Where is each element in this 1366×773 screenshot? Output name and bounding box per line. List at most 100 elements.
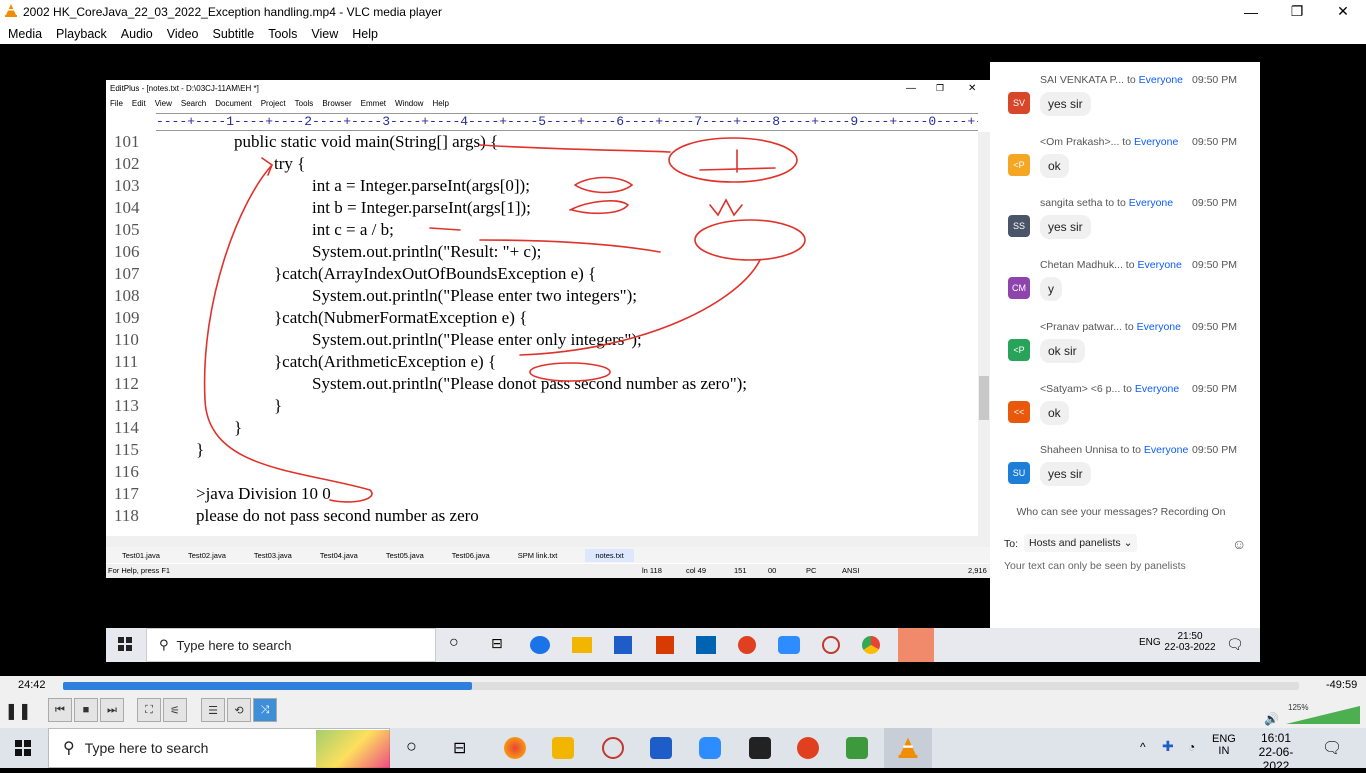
remaining-time[interactable]: -49:59 [1326,679,1357,691]
line-code: }catch(NubmerFormatException e) { [274,308,528,327]
extended-settings-button[interactable]: ⚟ [163,698,187,722]
ep-minimize-icon: — [906,82,916,94]
chat-message: CM Chetan Madhuk... to Everyone 09:50 PM y [990,247,1260,309]
store-taskbar-icon[interactable] [650,737,672,759]
vlc-taskbar-active[interactable] [884,728,932,768]
volume-icon[interactable]: 🔊 [1264,712,1279,726]
loop-button[interactable]: ⟲ [227,698,251,722]
menu-tools[interactable]: Tools [268,27,297,41]
message-text: yes sir [1040,215,1091,240]
previous-button[interactable]: ⏮ [48,698,72,722]
menu-playback[interactable]: Playback [56,27,107,41]
ep-menu-browser: Browser [322,99,352,108]
tray-plus-icon[interactable]: ✚ [1162,738,1174,755]
chat-message: <P <Pranav patwar... to Everyone 09:50 PM o… [990,309,1260,371]
doc-tab: Test01.java [122,550,160,560]
sender-name: SAI VENKATA P... [1040,74,1125,86]
message-text: ok [1040,400,1069,425]
recipient-name: Everyone [1136,320,1181,333]
vlc-taskbar-icon [898,737,918,758]
minimize-button[interactable]: — [1228,0,1274,23]
sender-name: sangita setha to [1040,197,1115,210]
menu-subtitle[interactable]: Subtitle [213,27,255,41]
message-time: 09:50 PM [1192,135,1237,148]
avatar: <P [1008,338,1030,361]
zoom-taskbar-icon[interactable] [699,737,721,759]
message-time: 09:50 PM [1192,197,1237,210]
close-button[interactable]: ✕ [1320,0,1366,23]
system-clock[interactable]: 16:01 22-06-2022 [1246,731,1306,773]
message-meta: <Om Prakash>... to Everyone 09:50 PM [1040,135,1237,148]
message-text: yes sir [1040,92,1091,116]
chat-message: <P <Om Prakash>... to Everyone 09:50 PM ok [990,124,1260,186]
menu-video[interactable]: Video [167,27,199,41]
message-time: 09:50 PM [1192,320,1237,333]
screen-recorder-icon[interactable] [797,737,819,759]
chat-recipient-dropdown[interactable]: Hosts and panelists ⌄ [1024,534,1138,552]
restore-button[interactable]: ❐ [1274,0,1320,23]
doc-tab: Test05.java [385,550,424,560]
code-line: 113} [106,396,976,418]
chat-message: SV SAI VENKATA P... to Everyone 09:50 PM ye… [990,62,1260,124]
paint-icon[interactable] [846,737,868,759]
sender-name: Chetan Madhuk... [1040,259,1123,272]
ep-close-icon: ✕ [968,82,977,94]
menu-audio[interactable]: Audio [121,27,153,41]
pause-button[interactable]: ❚❚ [5,699,32,723]
code-line: 112 System.out.println("Please donot pass… [106,374,976,396]
menu-help[interactable]: Help [352,27,378,41]
file-explorer-icon[interactable] [552,737,574,759]
action-center-icon[interactable]: 🗨 [1322,738,1342,758]
menu-view[interactable]: View [311,27,338,41]
status-line: ln 118 [642,566,662,575]
ep-menu-project: Project [260,99,286,108]
message-time: 09:50 PM [1192,444,1237,457]
line-number: 115 [114,440,139,459]
playlist-button[interactable]: ☰ [201,698,225,722]
folder-icon [572,637,592,653]
chat-input-hint[interactable]: Your text can only be seen by panelists [1004,560,1186,572]
menu-media[interactable]: Media [8,27,42,41]
code-line: 105 int c = a / b; [106,220,976,242]
tray-chevron-icon[interactable]: ^ [1140,740,1146,754]
chat-panel: SV SAI VENKATA P... to Everyone 09:50 PM ye… [990,62,1260,628]
line-code: System.out.println("Please enter two int… [312,286,638,305]
status-help: For Help, press F1 [108,566,171,575]
seek-bar-progress [63,682,473,690]
line-number: 117 [114,484,139,503]
line-code: please do not pass second number as zero [196,506,479,525]
recipient-name: Everyone [1138,74,1183,86]
ep-menu-document: Document [215,99,252,108]
message-time: 09:50 PM [1192,382,1237,395]
fullscreen-button[interactable]: ⛶ [137,698,161,722]
line-code: System.out.println("Please enter only in… [312,330,642,349]
windows-start-icon [118,637,132,656]
emoji-icon[interactable]: ☺ [1232,536,1246,552]
stop-button[interactable]: ■ [74,698,98,722]
line-code: try { [274,154,306,173]
chat-message: << <Satyam> <6 p... to Everyone 09:50 PM ok [990,371,1260,433]
wifi-icon[interactable]: ◔ [1188,740,1195,754]
keyboard-language[interactable]: ENG IN [1212,733,1236,757]
line-code: } [274,396,283,415]
cortana-button[interactable]: ○ [406,736,417,757]
chrome-taskbar-icon[interactable] [504,737,526,759]
status-n2: 00 [768,566,777,575]
task-view-button[interactable]: ⊟ [453,738,466,758]
ep-restore-icon: ❐ [936,82,945,93]
snipping-tool-icon[interactable] [602,737,624,759]
ep-menu-emmet: Emmet [360,99,386,108]
status-size: 2,916 [968,566,987,575]
cortana-icon: ○ [449,634,459,651]
sticky-notes-icon[interactable] [749,737,771,759]
editor-horizontal-scrollbar [106,536,990,547]
windows-start-button[interactable] [15,740,31,761]
shuffle-button[interactable]: ⤨ [253,698,277,722]
chat-visibility-note[interactable]: Who can see your messages? Recording On [990,506,1252,518]
volume-slider[interactable] [1286,706,1360,724]
next-button[interactable]: ⏭ [100,698,124,722]
doc-tab: SPM link.txt [517,550,558,560]
chat-message: SU Shaheen Unnisa to to Everyone 09:50 PM y… [990,432,1260,494]
line-code: } [196,440,205,459]
code-line: 111}catch(ArithmeticException e) { [106,352,976,374]
